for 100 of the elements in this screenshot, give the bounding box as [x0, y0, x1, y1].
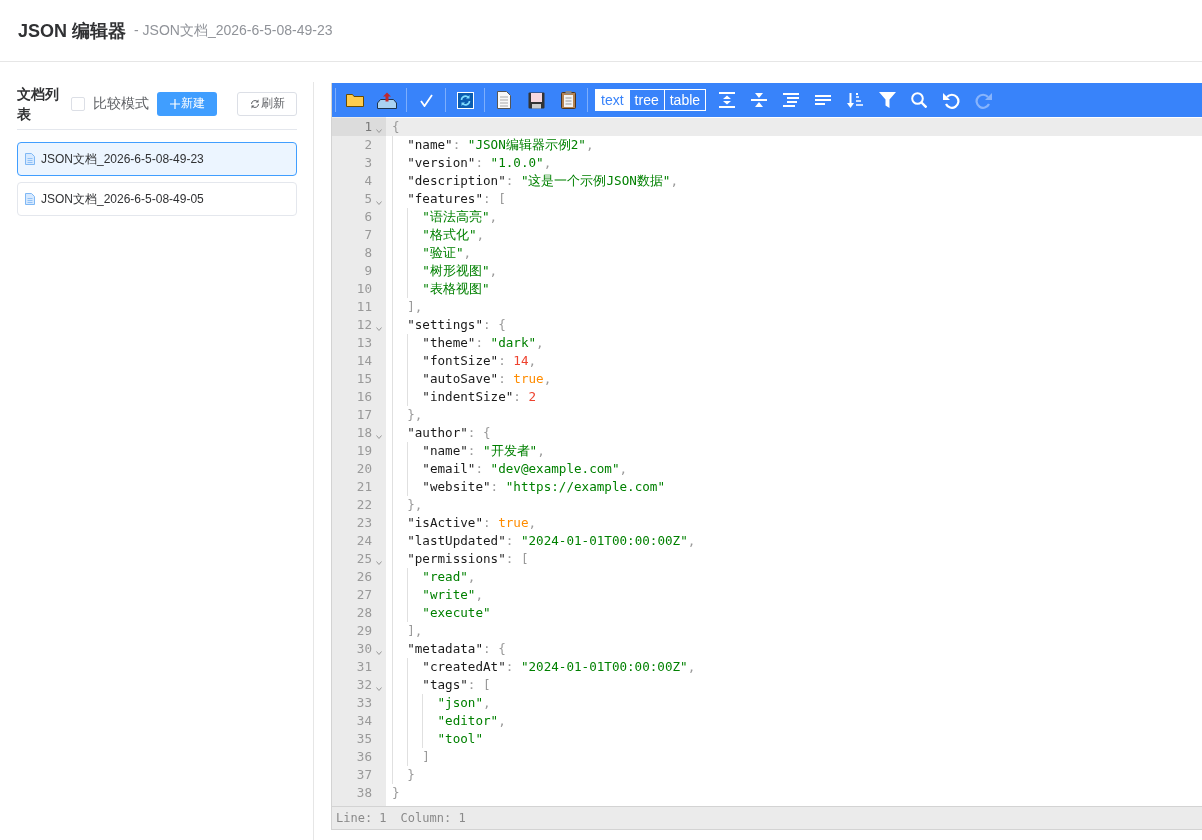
code-line: { — [392, 118, 400, 136]
line-number: 11 — [355, 298, 372, 316]
code-line: "树形视图", — [422, 262, 498, 280]
collapse-icon — [751, 92, 768, 108]
line-number: 24 — [355, 532, 372, 550]
line-number: 15 — [355, 370, 372, 388]
chevron-icon[interactable] — [376, 651, 382, 655]
app-title: JSON 编辑器 — [18, 19, 127, 43]
redo-icon — [974, 91, 992, 109]
code-line: "read", — [422, 568, 476, 586]
code-line: "tags": [ — [422, 676, 491, 694]
line-number: 17 — [355, 406, 372, 424]
code-line: "fontSize": 14, — [422, 352, 537, 370]
line-number: 7 — [363, 226, 372, 244]
code-line: "settings": { — [407, 316, 506, 334]
code-line: } — [407, 766, 415, 784]
line-number: 38 — [355, 784, 372, 802]
code-line: ], — [407, 622, 423, 640]
code-line: "tool" — [437, 730, 483, 748]
line-number: 20 — [355, 460, 372, 478]
sort-icon — [847, 92, 864, 108]
code-line: "语法高亮", — [422, 208, 498, 226]
refresh-button[interactable]: 刷新 — [237, 91, 297, 116]
document-item[interactable]: JSON文档_2026-6-5-08-49-05 — [17, 182, 297, 216]
code-line: "lastUpdated": "2024-01-01T00:00:00Z", — [407, 532, 696, 550]
line-number: 37 — [355, 766, 372, 784]
file-icon — [25, 153, 35, 165]
mode-tab[interactable]: table — [663, 90, 706, 110]
code-line: "website": "https://example.com" — [422, 478, 665, 496]
code-line: "name": "开发者", — [422, 442, 545, 460]
line-number: 9 — [363, 262, 372, 280]
line-number: 6 — [363, 208, 372, 226]
line-number: 14 — [355, 352, 372, 370]
code-line: "autoSave": true, — [422, 370, 552, 388]
check-icon — [419, 93, 433, 107]
format-icon — [783, 93, 800, 107]
chevron-icon[interactable] — [376, 129, 382, 133]
code-line: ], — [407, 298, 423, 316]
code-line: "metadata": { — [407, 640, 506, 658]
chevron-icon[interactable] — [376, 561, 382, 565]
line-number: 29 — [355, 622, 372, 640]
checkbox-label[interactable]: 比较模式 — [93, 94, 149, 113]
line-number: 32 — [355, 676, 372, 694]
code-line: "execute" — [422, 604, 491, 622]
code-line: "name": "JSON编辑器示例2", — [407, 136, 594, 154]
line-number: 4 — [363, 172, 372, 190]
line-number: 27 — [355, 586, 372, 604]
code-line: }, — [407, 496, 423, 514]
code-line: "features": [ — [407, 190, 506, 208]
line-number: 12 — [355, 316, 372, 334]
line-number: 16 — [355, 388, 372, 406]
compare-checkbox[interactable] — [71, 96, 85, 111]
plus-icon — [169, 98, 180, 109]
search-icon — [911, 92, 928, 108]
mode-tab[interactable]: text — [596, 90, 629, 110]
chevron-icon[interactable] — [376, 687, 382, 691]
line-number: 2 — [363, 136, 372, 154]
line-number: 31 — [355, 658, 372, 676]
chevron-icon[interactable] — [376, 201, 382, 205]
chevron-icon[interactable] — [376, 327, 382, 331]
line-number: 33 — [355, 694, 372, 712]
line-number: 30 — [355, 640, 372, 658]
cursor-column-status: Column: 1 — [400, 811, 466, 825]
code-line: "格式化", — [422, 226, 485, 244]
line-number: 25 — [355, 550, 372, 568]
code-line: "表格视图" — [422, 280, 490, 298]
line-number: 19 — [355, 442, 372, 460]
line-number: 21 — [355, 478, 372, 496]
refresh-icon — [456, 91, 474, 109]
code-line: "permissions": [ — [407, 550, 529, 568]
line-number: 34 — [355, 712, 372, 730]
code-line: "验证", — [422, 244, 472, 262]
mode-tab[interactable]: tree — [628, 90, 664, 110]
code-line: "editor", — [437, 712, 506, 730]
document-subtitle: - JSON文档_2026-6-5-08-49-23 — [134, 21, 333, 40]
code-line: "theme": "dark", — [422, 334, 544, 352]
expand-icon — [719, 92, 736, 108]
sidebar-title: 文档列表 — [17, 84, 60, 124]
code-line: }, — [407, 406, 423, 424]
line-number: 22 — [355, 496, 372, 514]
code-line: "write", — [422, 586, 483, 604]
upload-icon — [377, 91, 397, 109]
code-line: "description": "这是一个示例JSON数据", — [407, 172, 678, 190]
line-number: 8 — [363, 244, 372, 262]
cursor-line-status: Line: 1 — [336, 811, 387, 825]
line-number: 5 — [363, 190, 372, 208]
code-line: "createdAt": "2024-01-01T00:00:00Z", — [422, 658, 696, 676]
line-number: 10 — [355, 280, 372, 298]
code-line: "email": "dev@example.com", — [422, 460, 628, 478]
code-line: } — [392, 784, 400, 802]
line-number: 26 — [355, 568, 372, 586]
code-line: "version": "1.0.0", — [407, 154, 552, 172]
document-item[interactable]: JSON文档_2026-6-5-08-49-23 — [17, 142, 297, 176]
undo-icon — [942, 91, 960, 109]
clipboard-icon — [560, 91, 576, 109]
line-number: 3 — [363, 154, 372, 172]
chevron-icon[interactable] — [376, 435, 382, 439]
line-number: 18 — [355, 424, 372, 442]
code-line: "json", — [437, 694, 491, 712]
line-number: 23 — [355, 514, 372, 532]
